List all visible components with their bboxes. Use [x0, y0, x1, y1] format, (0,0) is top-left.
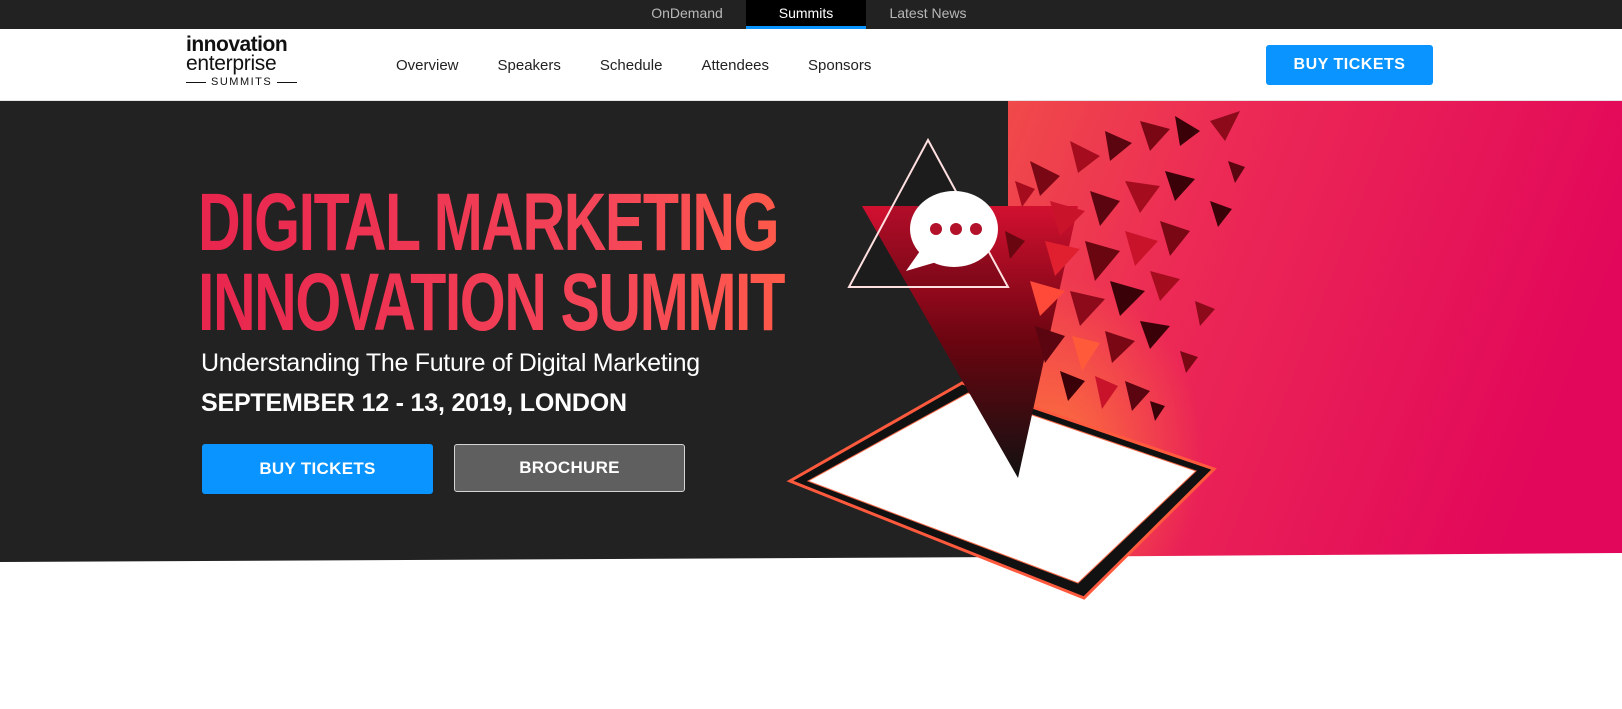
main-nav: Overview Speakers Schedule Attendees Spo… [396, 29, 910, 101]
logo-rule-right [277, 81, 298, 83]
logo-rule-left [186, 81, 206, 83]
nav-schedule[interactable]: Schedule [600, 57, 663, 74]
hero-title-line-2: INNOVATION SUMMIT [198, 257, 786, 348]
logo[interactable]: innovation enterprise SUMMITS [186, 34, 304, 91]
top-bar: OnDemand Summits Latest News [0, 0, 1622, 29]
top-nav: OnDemand Summits Latest News [632, 0, 990, 29]
hero-buy-tickets-button[interactable]: BUY TICKETS [202, 444, 433, 494]
tab-summits[interactable]: Summits [746, 0, 866, 29]
hero-title: DIGITAL MARKETING INNOVATION SUMMIT [198, 182, 786, 348]
hero-brochure-button[interactable]: BROCHURE [454, 444, 685, 492]
nav-overview[interactable]: Overview [396, 57, 459, 74]
hero-title-line-1: DIGITAL MARKETING [198, 182, 785, 264]
nav-speakers[interactable]: Speakers [498, 57, 561, 74]
logo-line-2: enterprise [186, 52, 277, 75]
nav-attendees[interactable]: Attendees [701, 57, 769, 74]
hero-date: SEPTEMBER 12 - 13, 2019, LONDON [201, 389, 627, 417]
tab-ondemand[interactable]: OnDemand [632, 0, 742, 29]
logo-line-3: SUMMITS [186, 75, 304, 89]
hero-subtitle: Understanding The Future of Digital Mark… [201, 349, 700, 377]
header-buy-tickets-button[interactable]: BUY TICKETS [1266, 45, 1433, 85]
hero-banner: DIGITAL MARKETING INNOVATION SUMMIT Unde… [0, 101, 1622, 641]
tab-latest-news[interactable]: Latest News [866, 0, 990, 29]
logo-summits-text: SUMMITS [211, 76, 273, 88]
site-header: innovation enterprise SUMMITS Overview S… [0, 29, 1622, 101]
nav-sponsors[interactable]: Sponsors [808, 57, 871, 74]
